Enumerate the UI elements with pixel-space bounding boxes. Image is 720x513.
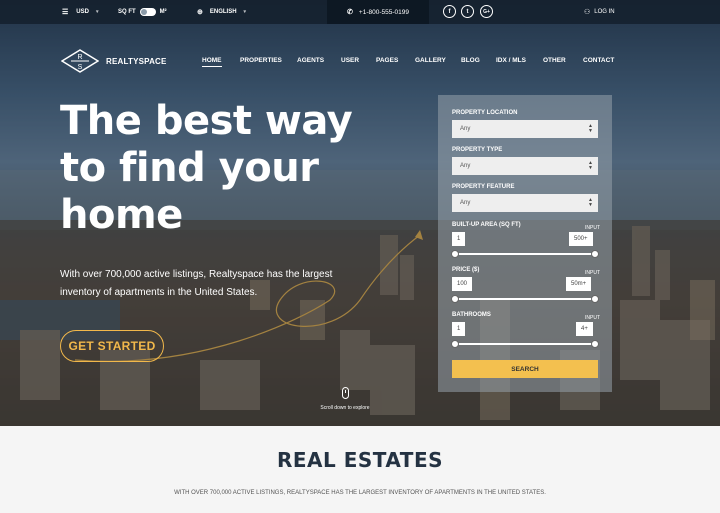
hero-subtext: With over 700,000 active listings, Realt… xyxy=(60,269,333,298)
phone-contact[interactable]: ✆ +1-800-555-0199 xyxy=(327,0,429,24)
svg-text:S: S xyxy=(78,64,83,71)
unit-toggle[interactable] xyxy=(139,8,156,16)
location-select[interactable]: Any ▲ ▼ xyxy=(452,120,598,138)
logo-mark-icon: R S xyxy=(61,49,99,73)
bathrooms-label: BATHROOMS xyxy=(452,312,491,318)
price-max-input[interactable]: 50m+ xyxy=(566,277,592,291)
twitter-icon[interactable]: t xyxy=(461,5,474,18)
area-input-label: INPUT xyxy=(585,225,600,231)
location-label: PROPERTY LOCATION xyxy=(452,110,518,116)
bathrooms-slider[interactable] xyxy=(451,340,599,348)
area-slider[interactable] xyxy=(451,250,599,258)
bathrooms-max-input[interactable]: 4+ xyxy=(576,322,593,336)
nav-other[interactable]: OTHER xyxy=(543,57,566,64)
phone-icon: ✆ xyxy=(347,9,353,16)
login-link[interactable]: ⚇ LOG IN xyxy=(584,0,615,24)
hero-section: ☰ USD ▾ SQ FT M² ⊕ ENGLISH ▾ ✆ +1-800-55… xyxy=(0,0,720,426)
language-selector[interactable]: ⊕ ENGLISH ▾ xyxy=(197,0,246,24)
real-estates-section: REAL ESTATES WITH OVER 700,000 ACTIVE LI… xyxy=(0,426,720,513)
area-min-input[interactable]: 1 xyxy=(452,232,466,246)
globe-icon: ⊕ xyxy=(197,9,203,16)
bathrooms-min-handle[interactable] xyxy=(451,340,459,348)
area-max-handle[interactable] xyxy=(591,250,599,258)
caret-icon: ▾ xyxy=(95,9,99,15)
caret-icon: ▾ xyxy=(243,9,247,15)
facebook-icon[interactable]: f xyxy=(443,5,456,18)
area-label: BUILT-UP AREA (SQ FT) xyxy=(452,222,521,228)
search-button[interactable]: SEARCH xyxy=(452,360,598,378)
nav-agents[interactable]: AGENTS xyxy=(297,57,324,64)
price-input-label: INPUT xyxy=(585,270,600,276)
feature-label: PROPERTY FEATURE xyxy=(452,184,515,190)
currency-selector[interactable]: ☰ USD ▾ xyxy=(62,0,98,24)
nav-idx-mls[interactable]: IDX / MLS xyxy=(496,57,526,64)
section-subtitle: WITH OVER 700,000 ACTIVE LISTINGS, REALT… xyxy=(174,490,546,496)
bathrooms-max-handle[interactable] xyxy=(591,340,599,348)
property-search-panel: PROPERTY LOCATION Any ▲ ▼ PROPERTY TYPE A… xyxy=(438,95,612,392)
nav-properties[interactable]: PROPERTIES xyxy=(240,57,282,64)
price-max-handle[interactable] xyxy=(591,295,599,303)
get-started-button[interactable]: GET STARTED xyxy=(60,330,164,362)
type-label: PROPERTY TYPE xyxy=(452,147,503,153)
price-min-input[interactable]: 100 xyxy=(452,277,473,291)
type-select[interactable]: Any ▲ ▼ xyxy=(452,157,598,175)
price-min-handle[interactable] xyxy=(451,295,459,303)
bathrooms-input-label: INPUT xyxy=(585,315,600,321)
feature-select[interactable]: Any ▲ ▼ xyxy=(452,194,598,212)
nav-user[interactable]: USER xyxy=(341,57,359,64)
nav-pages[interactable]: PAGES xyxy=(376,57,398,64)
nav-blog[interactable]: BLOG xyxy=(461,57,480,64)
site-logo[interactable]: R S REALTYSPACE xyxy=(61,49,167,73)
svg-text:R: R xyxy=(77,54,82,61)
nav-contact[interactable]: CONTACT xyxy=(583,57,614,64)
user-icon: ⚇ xyxy=(584,9,591,16)
area-min-handle[interactable] xyxy=(451,250,459,258)
select-arrows-icon: ▲ ▼ xyxy=(588,197,593,208)
bathrooms-min-input[interactable]: 1 xyxy=(452,322,466,336)
select-arrows-icon: ▲ ▼ xyxy=(588,123,593,134)
nav-home[interactable]: HOME xyxy=(202,57,222,67)
google-plus-icon[interactable]: G+ xyxy=(480,5,493,18)
price-label: PRICE ($) xyxy=(452,267,480,273)
hero-headline: The best way to find your home xyxy=(60,98,353,238)
area-max-input[interactable]: 500+ xyxy=(569,232,593,246)
database-icon: ☰ xyxy=(62,9,69,16)
mouse-icon xyxy=(341,387,349,399)
section-title: REAL ESTATES xyxy=(276,448,444,472)
top-bar: ☰ USD ▾ SQ FT M² ⊕ ENGLISH ▾ ✆ +1-800-55… xyxy=(0,0,720,24)
select-arrows-icon: ▲ ▼ xyxy=(588,160,593,171)
unit-switch[interactable]: SQ FT M² xyxy=(118,0,167,24)
price-slider[interactable] xyxy=(451,295,599,303)
scroll-hint[interactable]: Scroll down to explore xyxy=(305,387,385,411)
nav-gallery[interactable]: GALLERY xyxy=(415,57,446,64)
